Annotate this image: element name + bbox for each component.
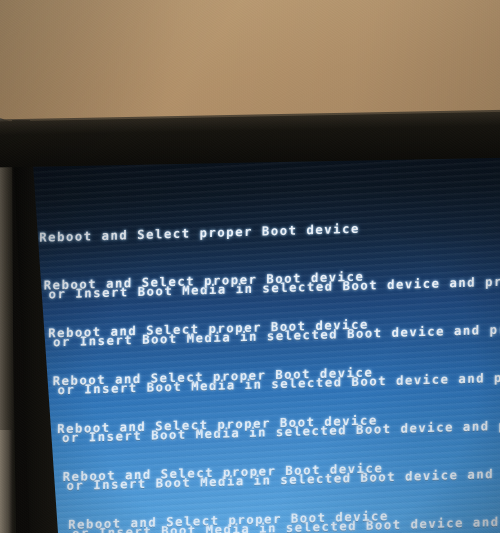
screen-background: Reboot and Select proper Boot device or … [23, 146, 500, 533]
bios-message-list: Reboot and Select proper Boot device or … [24, 146, 500, 533]
monitor-photograph: Reboot and Select proper Boot device or … [0, 0, 500, 533]
monitor-screen: Reboot and Select proper Boot device or … [23, 146, 500, 533]
bezel-left-edge-highlight [0, 430, 12, 533]
boot-error-line-1: Reboot and Select proper Boot device [68, 508, 389, 533]
